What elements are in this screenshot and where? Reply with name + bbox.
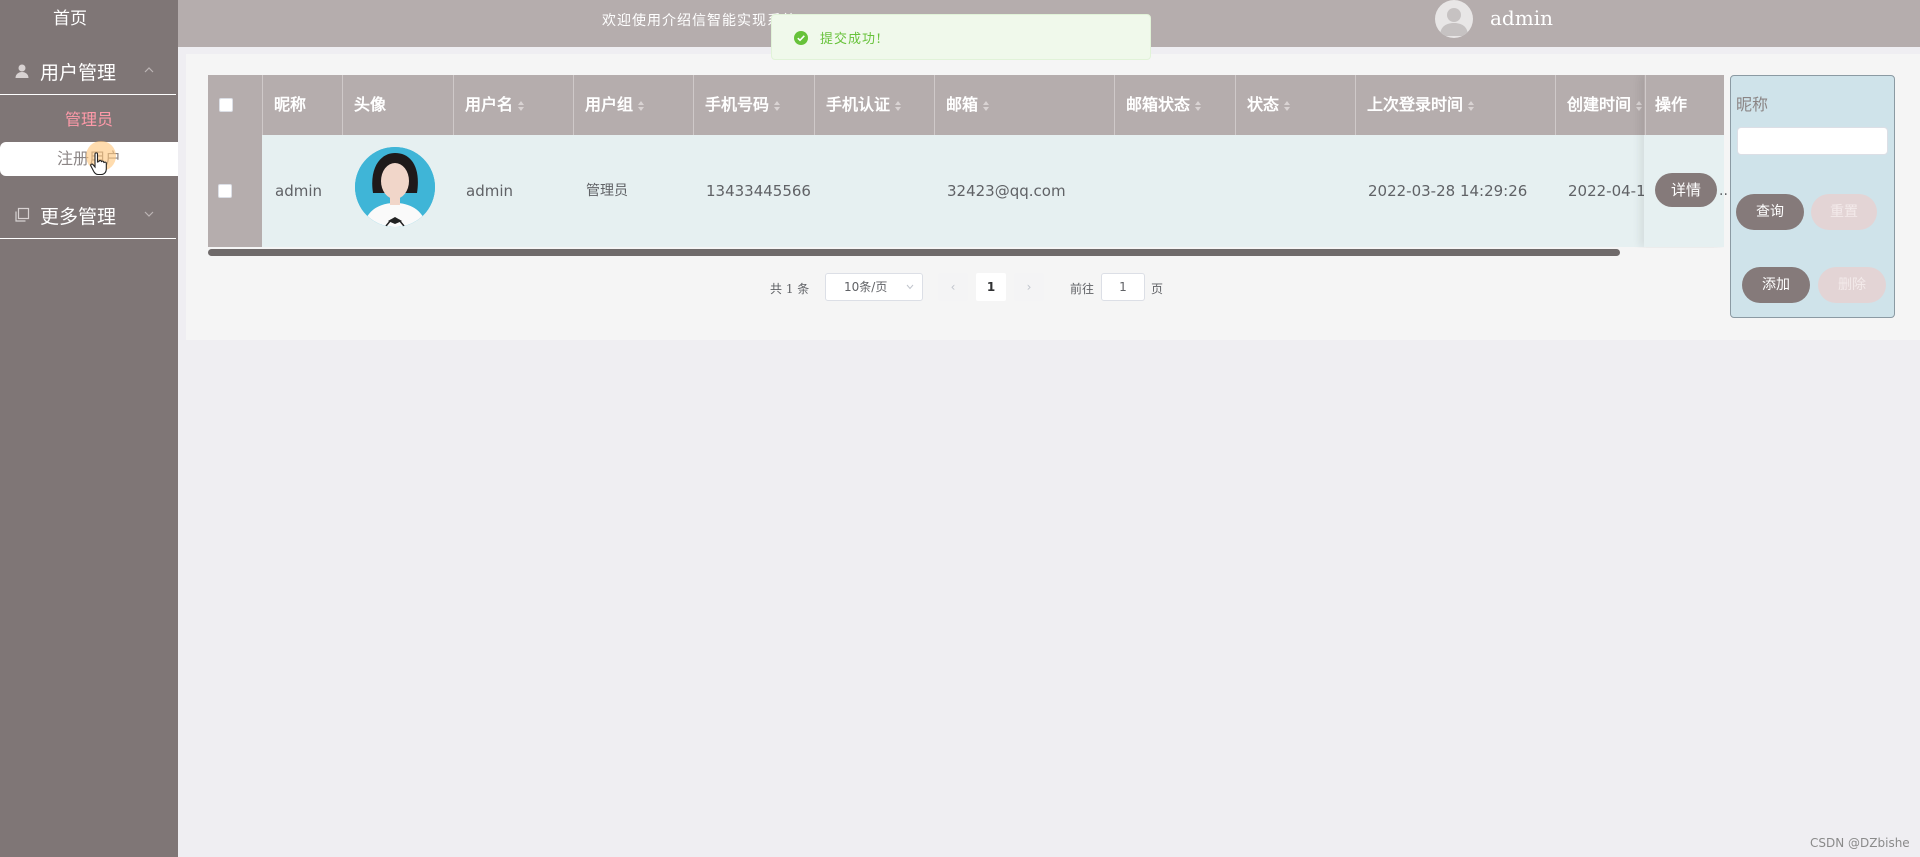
table-header: 昵称 头像 用户名 用户组 手机号码 手机认证 邮箱 邮箱状态 状态 上次登录时…	[208, 75, 1724, 135]
sort-icon	[1195, 100, 1202, 111]
column-header-label: 用户名	[465, 95, 514, 114]
page-number-1[interactable]: 1	[976, 273, 1006, 301]
delete-button[interactable]: 删除	[1818, 267, 1886, 303]
cell-email-status	[1115, 135, 1236, 247]
column-header-user-group[interactable]: 用户组	[574, 75, 694, 135]
more-ellipsis: ..	[1719, 183, 1728, 199]
column-header-email[interactable]: 邮箱	[935, 75, 1115, 135]
column-header-nickname: 昵称	[263, 75, 343, 135]
copy-icon	[15, 207, 30, 222]
column-header-username[interactable]: 用户名	[454, 75, 574, 135]
sidebar-home[interactable]: 首页	[0, 4, 140, 29]
chevron-down-icon	[906, 284, 914, 290]
row-avatar-image	[355, 147, 435, 227]
goto-label: 前往	[1070, 282, 1095, 296]
column-header-status[interactable]: 状态	[1236, 75, 1356, 135]
table-horizontal-scrollbar[interactable]	[208, 249, 1620, 256]
cell-phone: 13433445566	[706, 182, 811, 200]
prev-page-button[interactable]: ‹	[938, 273, 968, 301]
sort-icon	[774, 100, 781, 111]
goto-page-input[interactable]: 1	[1101, 273, 1145, 301]
column-header-phone-verified[interactable]: 手机认证	[815, 75, 935, 135]
column-header-created[interactable]: 创建时间	[1556, 75, 1646, 135]
nickname-label: 昵称	[1736, 95, 1769, 114]
page-suffix: 页	[1151, 282, 1164, 296]
sidebar: 首页 用户管理 管理员 注册用户 更多管理	[0, 0, 178, 857]
next-page-button[interactable]: ›	[1014, 273, 1044, 301]
sort-icon	[1284, 100, 1291, 111]
column-header-label: 状态	[1247, 95, 1280, 114]
sort-icon	[983, 100, 990, 111]
column-header-avatar: 头像	[343, 75, 454, 135]
cell-user-group: 管理员	[586, 183, 628, 199]
cell-email: 32423@qq.com	[947, 182, 1066, 200]
check-circle-icon	[794, 31, 808, 45]
row-select-cell	[208, 135, 262, 247]
cell-nickname: admin	[275, 182, 322, 200]
sort-icon	[1468, 100, 1475, 111]
menu-group-label: 更多管理	[40, 206, 117, 228]
chevron-up-icon	[144, 67, 154, 73]
column-header-phone[interactable]: 手机号码	[694, 75, 815, 135]
menu-group-more-management[interactable]: 更多管理	[0, 191, 176, 239]
sort-icon	[518, 100, 525, 111]
sort-icon	[1636, 100, 1643, 111]
page-size-value: 10条/页	[844, 280, 888, 294]
actions-column-fixed	[1644, 75, 1724, 247]
avatar-placeholder-icon	[1440, 8, 1468, 36]
cell-last-login: 2022-03-28 14:29:26	[1368, 182, 1528, 200]
chevron-down-icon	[144, 211, 154, 217]
menu-group-user-management[interactable]: 用户管理	[0, 47, 176, 95]
column-header-email-status[interactable]: 邮箱状态	[1115, 75, 1236, 135]
sort-icon	[638, 100, 645, 111]
users-table: 昵称 头像 用户名 用户组 手机号码 手机认证 邮箱 邮箱状态 状态 上次登录时…	[208, 75, 1724, 248]
success-toast: 提交成功!	[771, 14, 1151, 60]
header-select-all-cell	[208, 75, 263, 135]
column-header-label: 邮箱	[946, 95, 979, 114]
column-header-last-login[interactable]: 上次登录时间	[1356, 75, 1556, 135]
user-icon	[15, 64, 29, 78]
search-panel: 昵称 查询 重置 添加 删除	[1730, 75, 1895, 318]
toast-message: 提交成功!	[820, 32, 883, 47]
page-size-select[interactable]: 10条/页	[825, 273, 923, 301]
add-button[interactable]: 添加	[1742, 267, 1810, 303]
cell-status	[1236, 135, 1356, 247]
cell-phone-verified	[815, 135, 935, 247]
cell-username: admin	[466, 182, 513, 200]
reset-button[interactable]: 重置	[1811, 194, 1877, 230]
query-button[interactable]: 查询	[1736, 194, 1804, 230]
cell-created: 2022-04-1	[1568, 182, 1644, 200]
sort-icon	[895, 100, 902, 111]
column-header-label: 手机认证	[826, 95, 891, 114]
detail-button[interactable]: 详情	[1655, 173, 1717, 207]
header-username[interactable]: admin	[1490, 6, 1553, 30]
column-header-label: 上次登录时间	[1367, 95, 1464, 114]
welcome-text: 欢迎使用介绍信智能实现系统	[602, 13, 797, 29]
user-avatar[interactable]	[1435, 0, 1473, 38]
select-all-checkbox[interactable]	[219, 98, 233, 112]
nickname-search-input[interactable]	[1737, 127, 1888, 155]
watermark: CSDN @DZbishe	[1810, 836, 1910, 850]
column-header-label: 创建时间	[1567, 95, 1632, 114]
menu-group-label: 用户管理	[40, 62, 117, 84]
column-header-label: 邮箱状态	[1126, 95, 1191, 114]
sidebar-item-admin[interactable]: 管理员	[0, 103, 178, 137]
row-checkbox[interactable]	[218, 184, 232, 198]
column-header-label: 用户组	[585, 95, 634, 114]
column-header-label: 手机号码	[705, 95, 770, 114]
hand-cursor-icon	[90, 152, 107, 176]
portrait-icon	[355, 147, 435, 227]
pagination-total: 共 1 条	[770, 282, 810, 296]
table-row: admin admin 管理员 13433445566 32423@qq.com…	[208, 135, 1724, 247]
